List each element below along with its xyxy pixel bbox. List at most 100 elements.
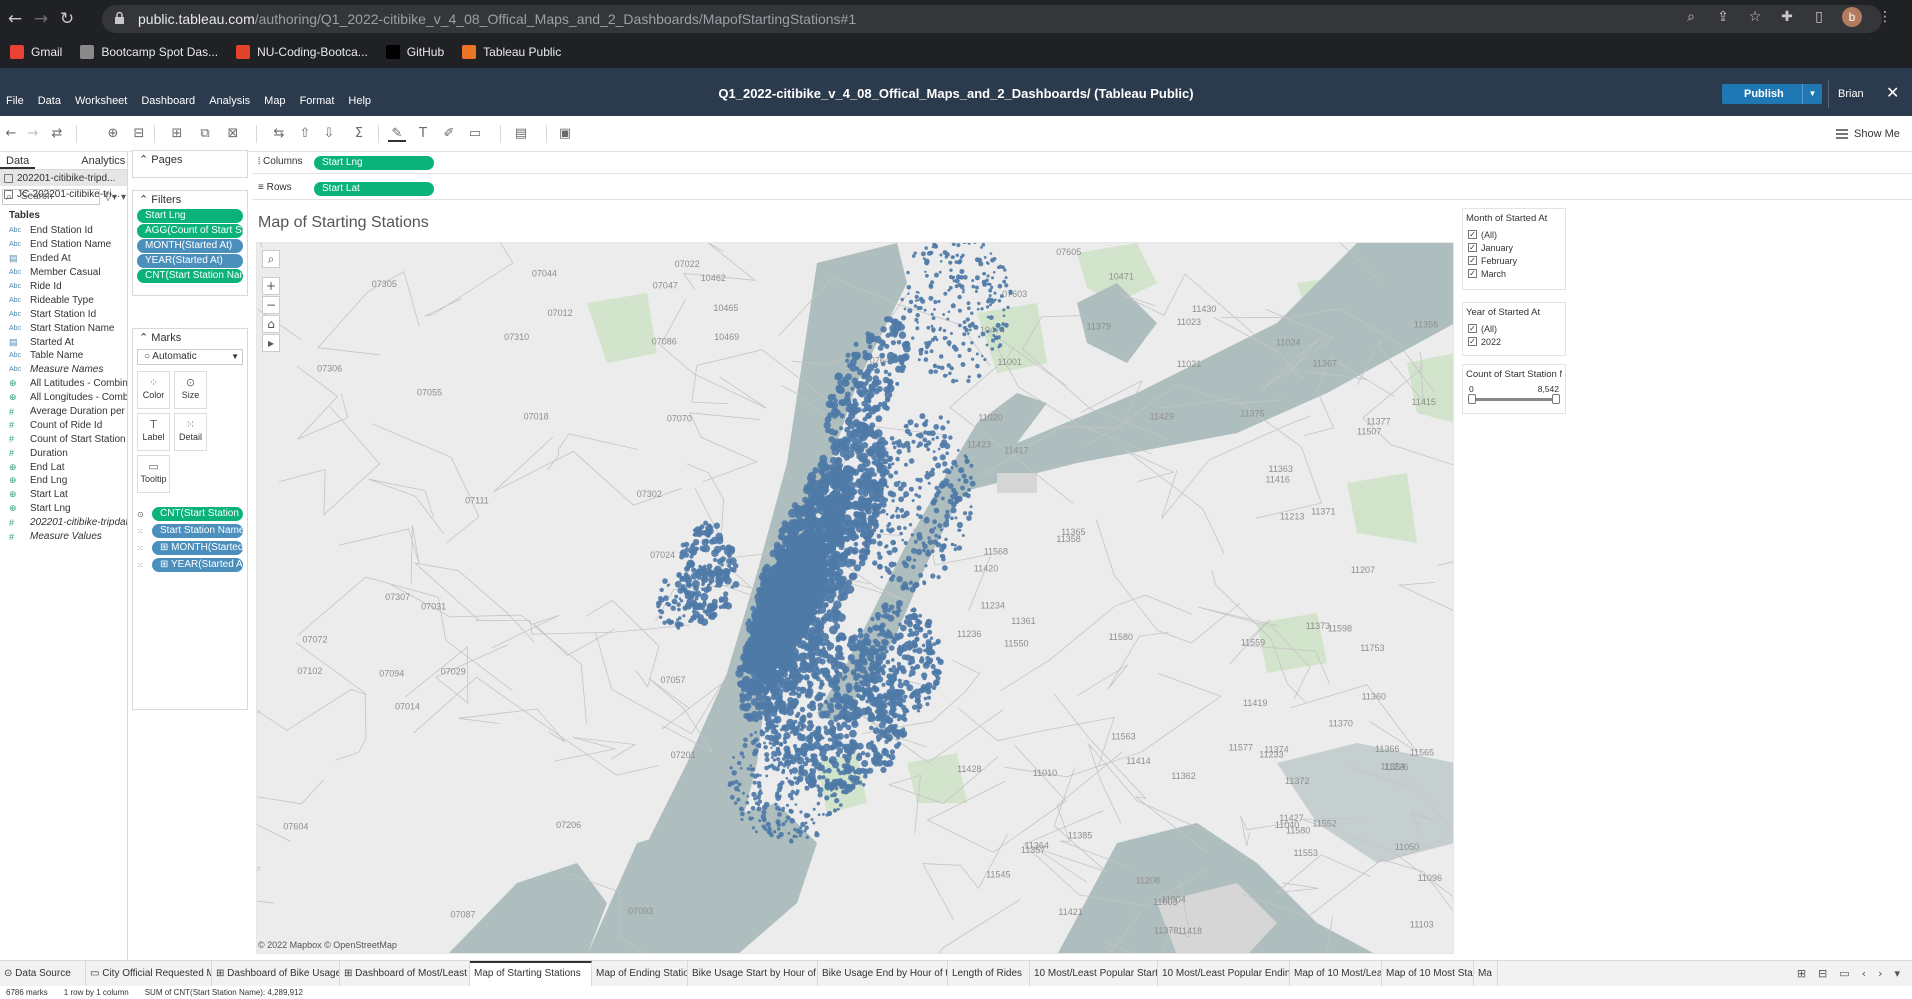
station-mark[interactable] [888, 473, 894, 479]
station-mark[interactable] [839, 803, 843, 807]
station-mark[interactable] [991, 338, 995, 343]
station-mark[interactable] [951, 378, 956, 384]
station-mark[interactable] [900, 364, 907, 370]
station-mark[interactable] [871, 479, 878, 486]
station-mark[interactable] [898, 331, 907, 339]
station-mark[interactable] [874, 522, 879, 527]
station-mark[interactable] [785, 777, 789, 780]
station-mark[interactable] [810, 818, 814, 821]
filter-checkbox-item[interactable]: ✓ (All) [1466, 322, 1562, 335]
station-mark[interactable] [950, 466, 954, 470]
station-mark[interactable] [765, 578, 776, 588]
pause-updates-icon[interactable]: ⊟ [130, 126, 148, 142]
station-mark[interactable] [885, 733, 893, 742]
columns-shelf[interactable]: ⦙ Columns Start Lng [252, 152, 1912, 174]
station-mark[interactable] [907, 308, 913, 314]
station-mark[interactable] [939, 528, 943, 532]
station-mark[interactable] [942, 336, 947, 341]
station-mark[interactable] [976, 373, 982, 379]
station-mark[interactable] [824, 795, 830, 801]
home-icon[interactable]: ⌂ [262, 315, 280, 333]
station-mark[interactable] [962, 492, 967, 497]
station-mark[interactable] [839, 783, 845, 790]
station-mark[interactable] [702, 564, 707, 569]
station-mark[interactable] [999, 294, 1004, 298]
bookmark-item[interactable]: NU-Coding-Bootca... [236, 45, 368, 59]
station-mark[interactable] [849, 729, 857, 738]
station-mark[interactable] [817, 813, 821, 817]
range-slider[interactable] [1468, 394, 1560, 404]
station-mark[interactable] [825, 532, 836, 543]
station-mark[interactable] [866, 706, 871, 711]
station-mark[interactable] [926, 660, 932, 665]
filter-checkbox-item[interactable]: ✓ (All) [1466, 228, 1562, 241]
station-mark[interactable] [796, 711, 801, 716]
map-search-icon[interactable]: ⌕ [262, 250, 280, 268]
station-mark[interactable] [701, 580, 706, 584]
station-mark[interactable] [908, 673, 912, 678]
station-mark[interactable] [983, 358, 987, 362]
station-mark[interactable] [844, 418, 853, 426]
station-mark[interactable] [953, 346, 959, 352]
station-mark[interactable] [998, 264, 1003, 269]
station-mark[interactable] [851, 404, 856, 409]
station-mark[interactable] [928, 283, 933, 288]
station-mark[interactable] [841, 769, 847, 776]
station-mark[interactable] [776, 671, 782, 677]
station-mark[interactable] [859, 655, 866, 662]
station-mark[interactable] [886, 550, 890, 554]
station-mark[interactable] [856, 693, 861, 698]
station-mark[interactable] [955, 253, 959, 257]
station-mark[interactable] [789, 723, 794, 728]
station-mark[interactable] [839, 413, 845, 419]
station-mark[interactable] [876, 676, 884, 683]
station-mark[interactable] [806, 703, 813, 709]
station-mark[interactable] [936, 365, 941, 369]
station-mark[interactable] [785, 546, 794, 555]
station-mark[interactable] [954, 516, 958, 520]
station-mark[interactable] [886, 524, 890, 528]
station-mark[interactable] [895, 514, 901, 519]
station-mark[interactable] [835, 638, 841, 643]
station-mark[interactable] [836, 768, 841, 773]
station-mark[interactable] [962, 274, 968, 280]
station-mark[interactable] [659, 587, 664, 593]
station-mark[interactable] [882, 404, 889, 410]
station-mark[interactable] [727, 547, 735, 555]
station-mark[interactable] [814, 732, 820, 738]
forward-icon[interactable]: → [30, 8, 52, 30]
new-dashboard-icon[interactable]: ⊟ [1818, 967, 1827, 980]
station-mark[interactable] [951, 255, 955, 259]
station-mark[interactable] [925, 702, 930, 707]
station-mark[interactable] [775, 646, 784, 655]
station-mark[interactable] [793, 575, 802, 583]
station-mark[interactable] [802, 573, 813, 585]
station-mark[interactable] [662, 620, 667, 625]
station-mark[interactable] [865, 752, 871, 758]
station-mark[interactable] [823, 725, 828, 730]
station-mark[interactable] [849, 442, 859, 452]
station-mark[interactable] [904, 440, 911, 448]
station-mark[interactable] [816, 691, 824, 699]
station-mark[interactable] [1002, 308, 1006, 312]
highlight-icon[interactable]: ✎ [388, 126, 406, 142]
station-mark[interactable] [706, 533, 711, 538]
station-mark[interactable] [740, 811, 745, 817]
station-mark[interactable] [947, 310, 951, 314]
station-mark[interactable] [699, 604, 705, 611]
station-mark[interactable] [907, 448, 911, 453]
station-mark[interactable] [922, 437, 928, 443]
station-mark[interactable] [903, 513, 908, 518]
station-mark[interactable] [933, 308, 936, 311]
station-mark[interactable] [921, 643, 926, 648]
station-mark[interactable] [974, 285, 979, 290]
checkbox-checked-icon[interactable]: ✓ [1468, 324, 1477, 333]
station-mark[interactable] [876, 467, 883, 474]
clear-sheet-icon[interactable]: ⊠ [224, 126, 242, 142]
mark-tooltip-button[interactable]: ▭ Tooltip [137, 455, 170, 493]
station-mark[interactable] [829, 697, 836, 703]
station-mark[interactable] [939, 253, 943, 257]
station-mark[interactable] [674, 580, 682, 588]
station-mark[interactable] [820, 616, 826, 622]
station-mark[interactable] [674, 621, 681, 627]
